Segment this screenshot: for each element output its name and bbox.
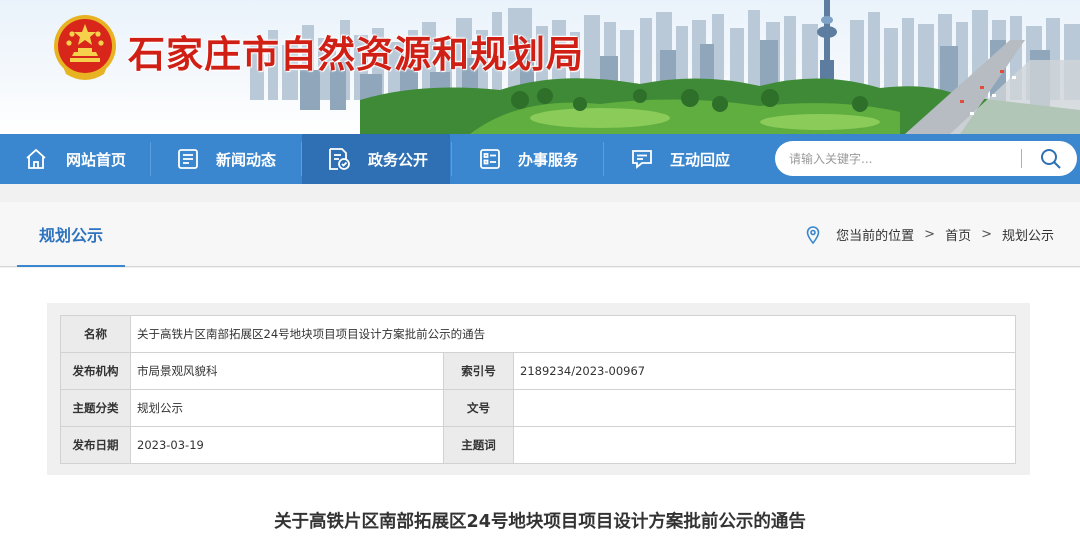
doc-no-value: [512, 389, 1017, 427]
name-label: 名称: [60, 315, 131, 353]
search-input[interactable]: [775, 141, 1015, 176]
table-row: 名称 关于高铁片区南部拓展区24号地块项目项目设计方案批前公示的通告: [60, 315, 1017, 353]
doc-no-label: 文号: [443, 389, 514, 427]
section-header: 规划公示 您当前的位置 > 首页 > 规划公示: [0, 202, 1080, 267]
nav-divider: [150, 142, 151, 176]
document-seal-icon: [329, 148, 350, 170]
site-banner: 石家庄市自然资源和规划局: [0, 0, 1080, 134]
breadcrumb: 您当前的位置 > 首页 > 规划公示: [806, 202, 1054, 267]
newspaper-icon: [178, 149, 198, 169]
publisher-value: 市局景观风貌科: [130, 352, 444, 390]
nav-divider: [451, 142, 452, 176]
publisher-label: 发布机构: [60, 352, 131, 390]
breadcrumb-location-label: 您当前的位置: [836, 229, 915, 244]
service-list-icon: [480, 149, 500, 169]
main-content: 名称 关于高铁片区南部拓展区24号地块项目项目设计方案批前公示的通告 发布机构 …: [0, 268, 1080, 537]
table-row: 主题分类 规划公示 文号: [60, 389, 1017, 427]
article-title: 关于高铁片区南部拓展区24号地块项目项目设计方案批前公示的通告: [274, 512, 806, 532]
search-divider: [1021, 149, 1022, 168]
national-emblem-icon: [54, 15, 116, 80]
section-tab-planning[interactable]: 规划公示: [17, 202, 125, 267]
search-button[interactable]: [1027, 141, 1075, 176]
keywords-label: 主题词: [443, 426, 514, 464]
table-row: 发布日期 2023-03-19 主题词: [60, 426, 1017, 464]
nav-item-label: 互动回应: [670, 150, 731, 169]
nav-item-news[interactable]: 新闻动态: [176, 134, 298, 184]
nav-item-services[interactable]: 办事服务: [478, 134, 600, 184]
keywords-value: [512, 426, 1017, 464]
nav-divider: [603, 142, 604, 176]
breadcrumb-separator: >: [924, 227, 936, 242]
breadcrumb-current-link[interactable]: 规划公示: [1002, 225, 1054, 244]
nav-item-label: 办事服务: [518, 150, 579, 169]
chat-icon: [632, 150, 652, 169]
document-info-table: 名称 关于高铁片区南部拓展区24号地块项目项目设计方案批前公示的通告 发布机构 …: [60, 315, 1017, 464]
category-label: 主题分类: [60, 389, 131, 427]
nav-item-gov-affairs[interactable]: 政务公开: [302, 134, 450, 184]
breadcrumb-separator: >: [981, 227, 992, 242]
index-value: 2189234/2023-00967: [512, 352, 1017, 390]
date-label: 发布日期: [60, 426, 131, 464]
breadcrumb-home-link[interactable]: 首页: [945, 225, 971, 244]
date-value: 2023-03-19: [130, 426, 444, 464]
site-title: 石家庄市自然资源和规划局: [128, 33, 584, 76]
nav-item-label: 网站首页: [66, 150, 127, 169]
location-pin-icon: [806, 225, 820, 244]
home-icon: [26, 148, 46, 169]
nav-item-label: 政务公开: [368, 150, 429, 169]
table-row: 发布机构 市局景观风貌科 索引号 2189234/2023-00967: [60, 352, 1017, 390]
index-label: 索引号: [443, 352, 514, 390]
nav-item-interaction[interactable]: 互动回应: [630, 134, 752, 184]
search-icon: [1041, 148, 1061, 169]
category-value: 规划公示: [130, 389, 444, 427]
nav-item-home[interactable]: 网站首页: [24, 134, 146, 184]
name-value: 关于高铁片区南部拓展区24号地块项目项目设计方案批前公示的通告: [129, 315, 1017, 353]
search-box: [775, 141, 1077, 176]
nav-item-label: 新闻动态: [216, 150, 277, 169]
document-info-panel: 名称 关于高铁片区南部拓展区24号地块项目项目设计方案批前公示的通告 发布机构 …: [47, 303, 1030, 475]
